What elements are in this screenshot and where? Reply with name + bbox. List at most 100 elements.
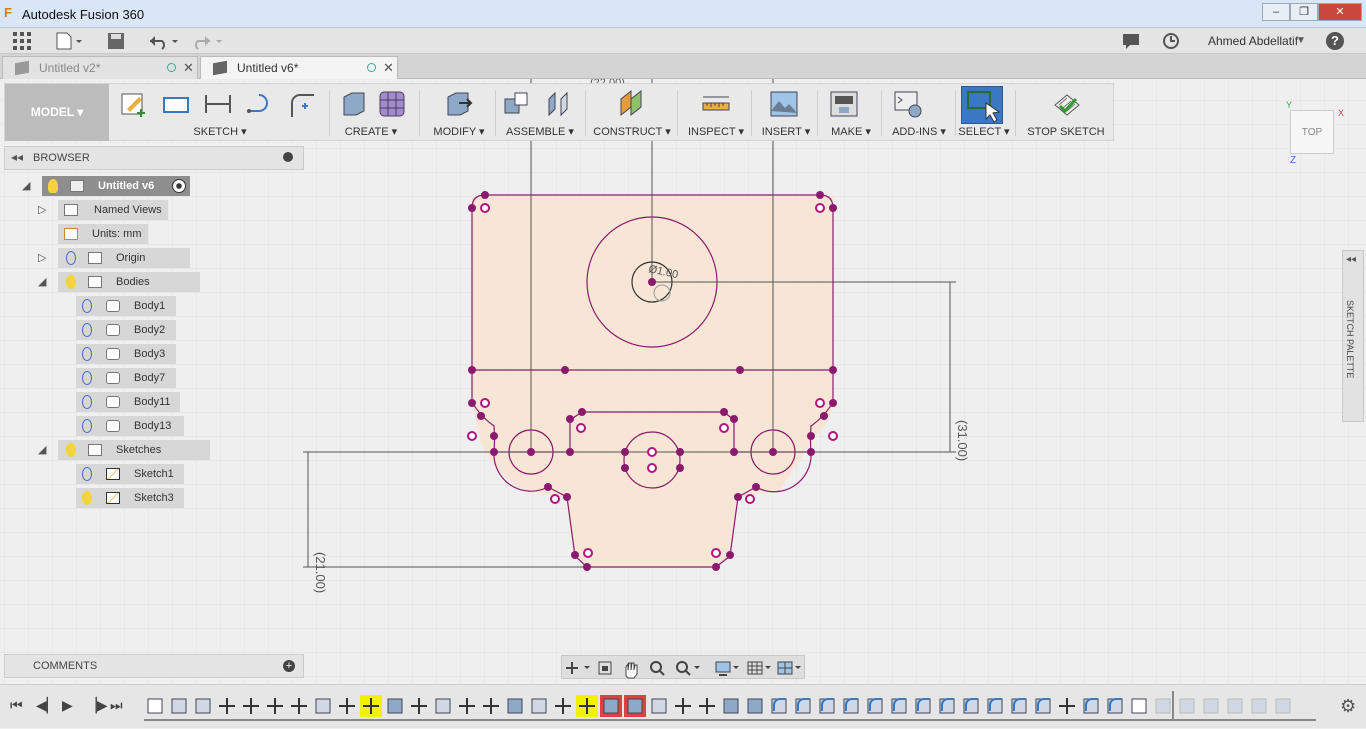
close-tab-icon[interactable]: ✕ [183, 57, 194, 79]
timeline-feature-fillet-icon[interactable] [987, 698, 1003, 714]
visibility-bulb-icon[interactable] [66, 251, 76, 265]
press-pull-icon[interactable] [443, 89, 473, 119]
add-ins-group[interactable]: ADD-INS ▾ [883, 84, 955, 141]
timeline-feature-fillet-icon[interactable] [795, 698, 811, 714]
timeline-feature-fillet-icon[interactable] [915, 698, 931, 714]
display-settings-icon[interactable] [715, 661, 739, 676]
extrude-icon[interactable] [339, 89, 369, 119]
timeline-feature-move-icon[interactable] [1059, 698, 1075, 714]
stop-sketch-icon[interactable] [1051, 89, 1081, 119]
insert-menu[interactable]: INSERT ▾ [755, 125, 817, 138]
timeline-feature-move-icon[interactable] [219, 698, 235, 714]
timeline-feature-fillet-icon[interactable] [1035, 698, 1051, 714]
insert-image-icon[interactable] [769, 89, 799, 119]
timeline-feature-combine-icon[interactable] [747, 698, 763, 714]
expand-arrow-icon[interactable]: ▷ [38, 248, 46, 268]
notification-icon[interactable] [1122, 32, 1140, 50]
timeline-feature-extrude-icon[interactable] [171, 698, 187, 714]
timeline-feature-faded-icon[interactable] [1227, 698, 1243, 714]
insert-group[interactable]: INSERT ▾ [755, 84, 817, 141]
timeline-feature-move-icon[interactable] [699, 698, 715, 714]
tab-untitled-v2[interactable]: Untitled v2* ✕ [2, 56, 198, 79]
timeline-feature-move-icon[interactable] [339, 698, 355, 714]
timeline-feature-move-icon[interactable] [459, 698, 475, 714]
select-group[interactable]: SELECT ▾ [957, 84, 1011, 141]
browser-options-icon[interactable] [283, 152, 293, 162]
offset-plane-icon[interactable] [617, 89, 647, 119]
sketch-menu[interactable]: SKETCH ▾ [113, 125, 327, 138]
timeline-feature-sketch-icon[interactable] [147, 698, 163, 714]
viewports-icon[interactable] [777, 661, 801, 675]
visibility-bulb-icon[interactable] [66, 443, 76, 457]
file-menu-icon[interactable] [56, 32, 84, 50]
timeline-feature-moveY-icon[interactable] [576, 695, 598, 717]
timeline-feature-fillet-icon[interactable] [867, 698, 883, 714]
make-menu[interactable]: MAKE ▾ [821, 125, 881, 138]
timeline-feature-combineR-icon[interactable] [624, 695, 646, 717]
timeline-feature-move-icon[interactable] [291, 698, 307, 714]
visibility-bulb-icon[interactable] [82, 419, 92, 433]
expand-arrow-icon[interactable]: ◢ [22, 176, 30, 196]
modify-menu[interactable]: MODIFY ▾ [423, 125, 495, 138]
help-button[interactable]: ? [1326, 32, 1344, 50]
rectangle-icon[interactable] [161, 89, 191, 119]
orbit-icon[interactable] [566, 662, 590, 674]
app-grid-icon[interactable] [12, 32, 32, 50]
timeline-feature-extrude-icon[interactable] [195, 698, 211, 714]
modify-group[interactable]: MODIFY ▾ [423, 84, 495, 141]
timeline-feature-fillet-icon[interactable] [819, 698, 835, 714]
timeline-feature-combine-icon[interactable] [507, 698, 523, 714]
timeline-feature-box-icon[interactable] [435, 698, 451, 714]
timeline-feature-extrude-icon[interactable] [651, 698, 667, 714]
timeline-feature-move-icon[interactable] [411, 698, 427, 714]
timeline-feature-combine-icon[interactable] [723, 698, 739, 714]
viewcube[interactable]: TOP [1290, 110, 1334, 154]
timeline-feature-faded-icon[interactable] [1155, 698, 1171, 714]
timeline-feature-faded-icon[interactable] [1203, 698, 1219, 714]
expand-arrow-icon[interactable]: ◢ [38, 440, 46, 460]
redo-icon[interactable] [190, 32, 224, 50]
timeline-feature-fillet-icon[interactable] [963, 698, 979, 714]
timeline-feature-faded-icon[interactable] [1179, 698, 1195, 714]
timeline-feature-combine-icon[interactable] [387, 698, 403, 714]
create-group[interactable]: CREATE ▾ [333, 84, 409, 141]
tab-untitled-v6[interactable]: Untitled v6* ✕ [200, 56, 398, 79]
gear-icon[interactable]: ⚙ [1340, 696, 1356, 717]
assemble-menu[interactable]: ASSEMBLE ▾ [499, 125, 581, 138]
form-icon[interactable] [377, 89, 407, 119]
3d-print-icon[interactable] [829, 89, 859, 119]
line-icon[interactable] [203, 89, 233, 119]
joint-icon[interactable] [543, 89, 573, 119]
chevron-down-icon[interactable]: ▼ [1296, 32, 1306, 50]
timeline-feature-extrude-icon[interactable] [315, 698, 331, 714]
timeline-feature-fillet-icon[interactable] [1107, 698, 1123, 714]
timeline-features[interactable] [0, 685, 1366, 729]
sketch-group[interactable]: SKETCH ▾ [113, 84, 327, 141]
construct-group[interactable]: CONSTRUCT ▾ [589, 84, 675, 141]
create-menu[interactable]: CREATE ▾ [333, 125, 409, 138]
timeline-feature-fillet-icon[interactable] [939, 698, 955, 714]
collapse-browser-icon[interactable]: ◂◂ [11, 150, 23, 164]
user-account-menu[interactable]: Ahmed Abdellatif [1208, 34, 1298, 48]
visibility-bulb-icon[interactable] [82, 323, 92, 337]
make-group[interactable]: MAKE ▾ [821, 84, 881, 141]
fit-view-icon[interactable] [676, 661, 700, 676]
visibility-bulb-icon[interactable] [82, 395, 92, 409]
timeline-feature-faded-icon[interactable] [1251, 698, 1267, 714]
timeline-feature-fillet-icon[interactable] [1011, 698, 1027, 714]
construct-menu[interactable]: CONSTRUCT ▾ [589, 125, 675, 138]
grid-settings-icon[interactable] [747, 661, 771, 675]
timeline-feature-extrude-icon[interactable] [531, 698, 547, 714]
activate-radio-icon[interactable] [172, 179, 186, 193]
timeline-feature-faded-icon[interactable] [1275, 698, 1291, 714]
inspect-group[interactable]: INSPECT ▾ [681, 84, 751, 141]
inspect-menu[interactable]: INSPECT ▾ [681, 125, 751, 138]
expand-arrow-icon[interactable]: ◢ [38, 272, 46, 292]
pan-hand-icon[interactable] [625, 662, 638, 679]
stop-sketch-group[interactable]: STOP SKETCH [1019, 84, 1113, 141]
new-component-icon[interactable] [501, 89, 531, 119]
maximize-button[interactable]: ❐ [1290, 3, 1318, 21]
timeline-feature-combineR-icon[interactable] [600, 695, 622, 717]
arc-icon[interactable] [245, 89, 275, 119]
undo-icon[interactable] [146, 32, 180, 50]
